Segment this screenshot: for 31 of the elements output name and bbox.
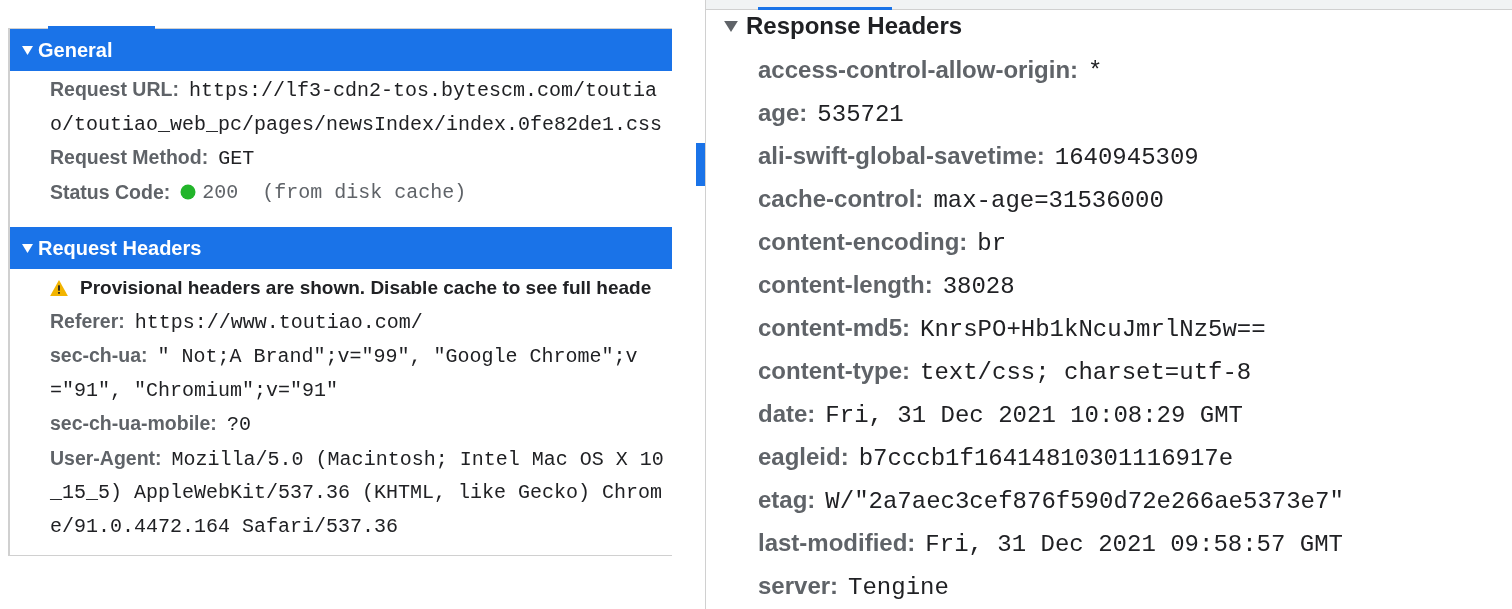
caret-icon <box>22 45 33 55</box>
header-entry: age: 535721 <box>758 98 905 130</box>
header-entry: Request URL: https://lf3-cdn2-tos.bytescm.com/toutiao/toutiao_web_pc/pages/newsIndex/index.0fe82de1.css <box>50 77 664 138</box>
caret-icon <box>22 243 33 253</box>
status-code: 200 <box>202 179 239 206</box>
header-entry: content-type: text/css; charset=utf-8 <box>758 356 1253 388</box>
header-entry: access-control-allow-origin: * <box>758 55 1104 87</box>
header-name: Status Code: <box>50 179 171 205</box>
header-entry: sec-ch-ua-mobile: ?0 <box>50 411 252 438</box>
status-icon <box>180 184 197 201</box>
header-entry: content-md5: KnrsPO+Hb1kNcuJmrlNz5w== <box>758 313 1267 345</box>
status-note: (from disk cache) <box>262 179 467 206</box>
section-header[interactable]: Request Headers <box>10 227 672 269</box>
header-entry: eagleid: b7cccb1f16414810301116917e <box>758 442 1235 474</box>
section-header[interactable]: General <box>10 29 672 71</box>
header-entry: sec-ch-ua: " Not;A Brand";v="99", "Google Chrome";v="91", "Chromium";v="91" <box>50 343 639 404</box>
header-entry: ali-swift-global-savetime: 1640945309 <box>758 141 1200 173</box>
header-entry: content-length: 38028 <box>758 270 1016 302</box>
header-entry: content-encoding: br <box>758 227 1008 259</box>
header-entry: Referer: https://www.toutiao.com/ <box>50 308 424 336</box>
header-entry: etag: W/"2a7aec3cef876f590d72e266ae5373e7" <box>758 485 1345 517</box>
header-entry: User-Agent: Mozilla/5.0 (Macintosh; Intel Mac OS X 10_15_5) AppleWebKit/537.36 (KHTML, like Gecko) Chrome/91.0.4472.164 Safari/537.36 <box>50 445 665 540</box>
header-entry: cache-control: max-age=31536000 <box>758 184 1165 216</box>
caret-icon <box>724 20 738 32</box>
header-entry: date: Fri, 31 Dec 2021 10:08:29 GMT <box>758 399 1244 431</box>
header-entry: last-modified: Fri, 31 Dec 2021 09:58:57 GMT <box>758 528 1344 560</box>
header-entry: server: Tengine <box>758 571 950 603</box>
header-entry: Request Method: GET <box>50 145 256 172</box>
warning-message: Provisional headers are shown. Disable cache to see full heade <box>80 276 652 300</box>
scrollbar-thumb[interactable] <box>696 143 705 186</box>
warning-icon <box>50 279 68 296</box>
